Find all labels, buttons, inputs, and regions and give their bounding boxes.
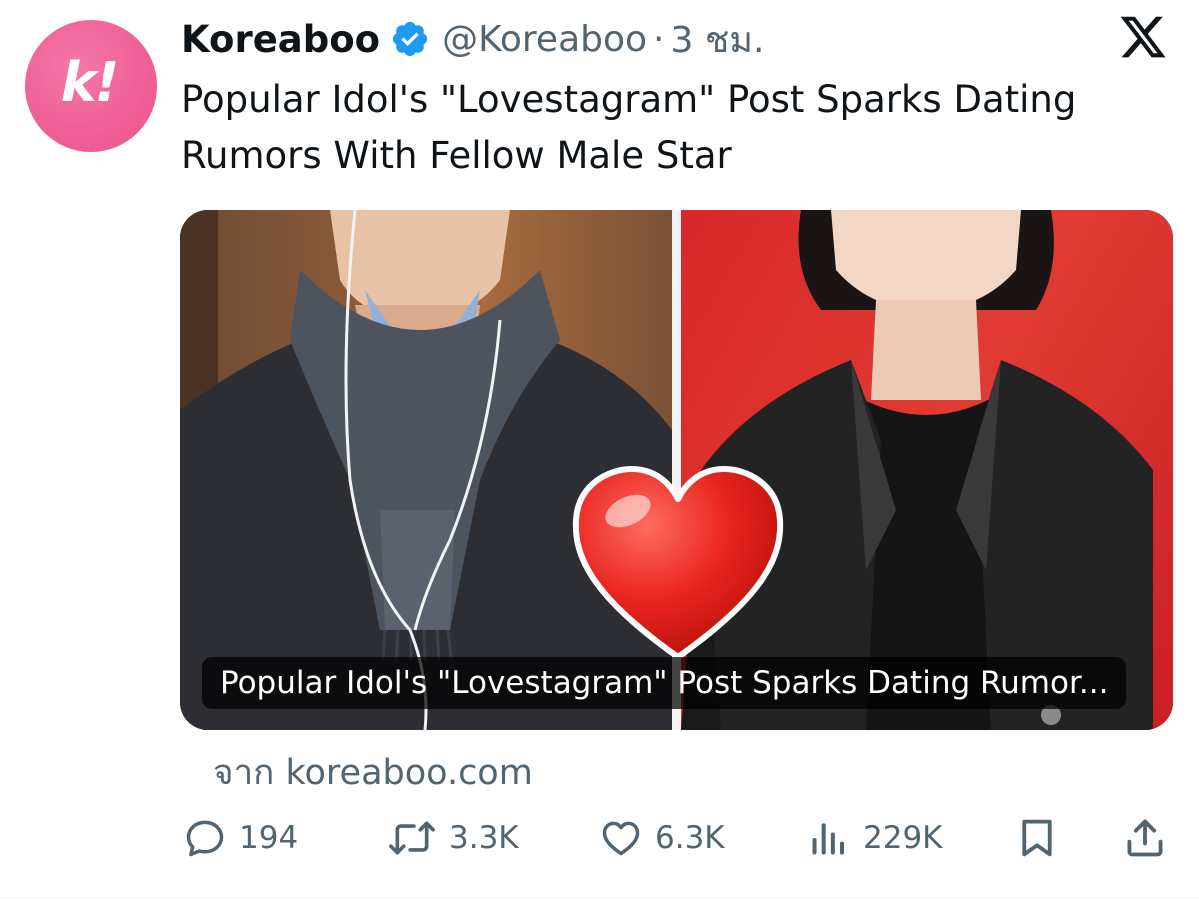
separator-dot: · bbox=[653, 18, 665, 60]
tweet-text: Popular Idol's "Lovestagram" Post Sparks… bbox=[181, 78, 1077, 177]
account-handle[interactable]: @Koreaboo bbox=[442, 19, 647, 60]
retweet-button[interactable]: 3.3K bbox=[387, 808, 519, 868]
bookmark-icon bbox=[1022, 819, 1052, 857]
reply-count: 194 bbox=[239, 820, 299, 856]
bottom-divider bbox=[0, 897, 1199, 898]
retweet-count: 3.3K bbox=[449, 820, 519, 856]
bookmark-button[interactable] bbox=[1017, 808, 1057, 868]
heart-icon bbox=[602, 821, 640, 856]
card-source[interactable]: จาก koreaboo.com bbox=[213, 745, 533, 800]
retweet-icon bbox=[389, 821, 435, 855]
share-button[interactable] bbox=[1123, 808, 1167, 868]
like-count: 6.3K bbox=[655, 820, 725, 856]
reply-button[interactable]: 194 bbox=[183, 808, 298, 868]
action-bar: 194 3.3K 6.3K 229K bbox=[0, 808, 1199, 868]
avatar[interactable]: k! bbox=[25, 20, 157, 152]
analytics-icon bbox=[812, 823, 845, 855]
verified-badge-icon bbox=[392, 21, 428, 57]
heart-emoji-icon bbox=[572, 466, 784, 660]
card-caption: Popular Idol's "Lovestagram" Post Sparks… bbox=[202, 657, 1127, 709]
views-count: 229K bbox=[863, 820, 943, 856]
tweet: k! Koreaboo @Koreaboo · 3 ชม. Popular Id… bbox=[0, 0, 1199, 900]
account-name[interactable]: Koreaboo bbox=[181, 18, 380, 61]
views-button[interactable]: 229K bbox=[807, 808, 943, 868]
tweet-header: Koreaboo @Koreaboo · 3 ชม. bbox=[181, 14, 764, 64]
timestamp[interactable]: 3 ชม. bbox=[671, 11, 765, 68]
x-logo-icon bbox=[1120, 16, 1166, 58]
like-button[interactable]: 6.3K bbox=[599, 808, 725, 868]
link-card[interactable]: Popular Idol's "Lovestagram" Post Sparks… bbox=[180, 210, 1173, 730]
koreaboo-logo-icon: k! bbox=[60, 50, 120, 114]
share-icon bbox=[1127, 819, 1163, 857]
reply-icon bbox=[186, 820, 224, 857]
